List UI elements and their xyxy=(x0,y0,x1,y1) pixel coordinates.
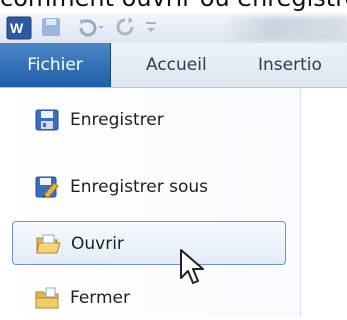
page-caption-fragment: comment ouvrir ou enregistrer xyxy=(0,0,347,13)
backstage-menu: Enregistrer Enregistrer sous Ouvrir Ferm… xyxy=(0,88,301,317)
ribbon-tab-row: Fichier Accueil Insertio xyxy=(0,43,347,88)
menu-item-label: Enregistrer xyxy=(70,110,164,130)
menu-item-label: Enregistrer sous xyxy=(70,177,208,197)
close-folder-icon xyxy=(34,286,60,310)
undo-icon[interactable] xyxy=(76,16,106,42)
qat-save-icon[interactable] xyxy=(40,16,62,42)
menu-item-enregistrer[interactable]: Enregistrer xyxy=(12,98,286,142)
menu-item-enregistrer-sous[interactable]: Enregistrer sous xyxy=(12,165,286,209)
tab-fichier[interactable]: Fichier xyxy=(0,43,111,87)
tab-insertion[interactable]: Insertio xyxy=(258,43,347,87)
menu-item-label: Ouvrir xyxy=(71,234,124,254)
tab-accueil[interactable]: Accueil xyxy=(146,43,207,87)
mouse-cursor-icon xyxy=(178,248,212,292)
save-as-icon xyxy=(34,175,60,199)
quick-access-toolbar: W xyxy=(0,13,347,43)
redo-icon[interactable] xyxy=(114,16,136,42)
open-folder-icon xyxy=(35,232,61,256)
menu-item-ouvrir[interactable]: Ouvrir xyxy=(12,221,286,265)
menu-item-label: Fermer xyxy=(70,288,131,308)
word-app-icon[interactable]: W xyxy=(6,16,32,44)
svg-text:W: W xyxy=(10,20,24,36)
save-icon xyxy=(34,108,60,132)
title-bar-blur xyxy=(220,17,347,41)
customize-qat-icon[interactable] xyxy=(144,16,158,42)
menu-item-fermer[interactable]: Fermer xyxy=(12,276,286,320)
